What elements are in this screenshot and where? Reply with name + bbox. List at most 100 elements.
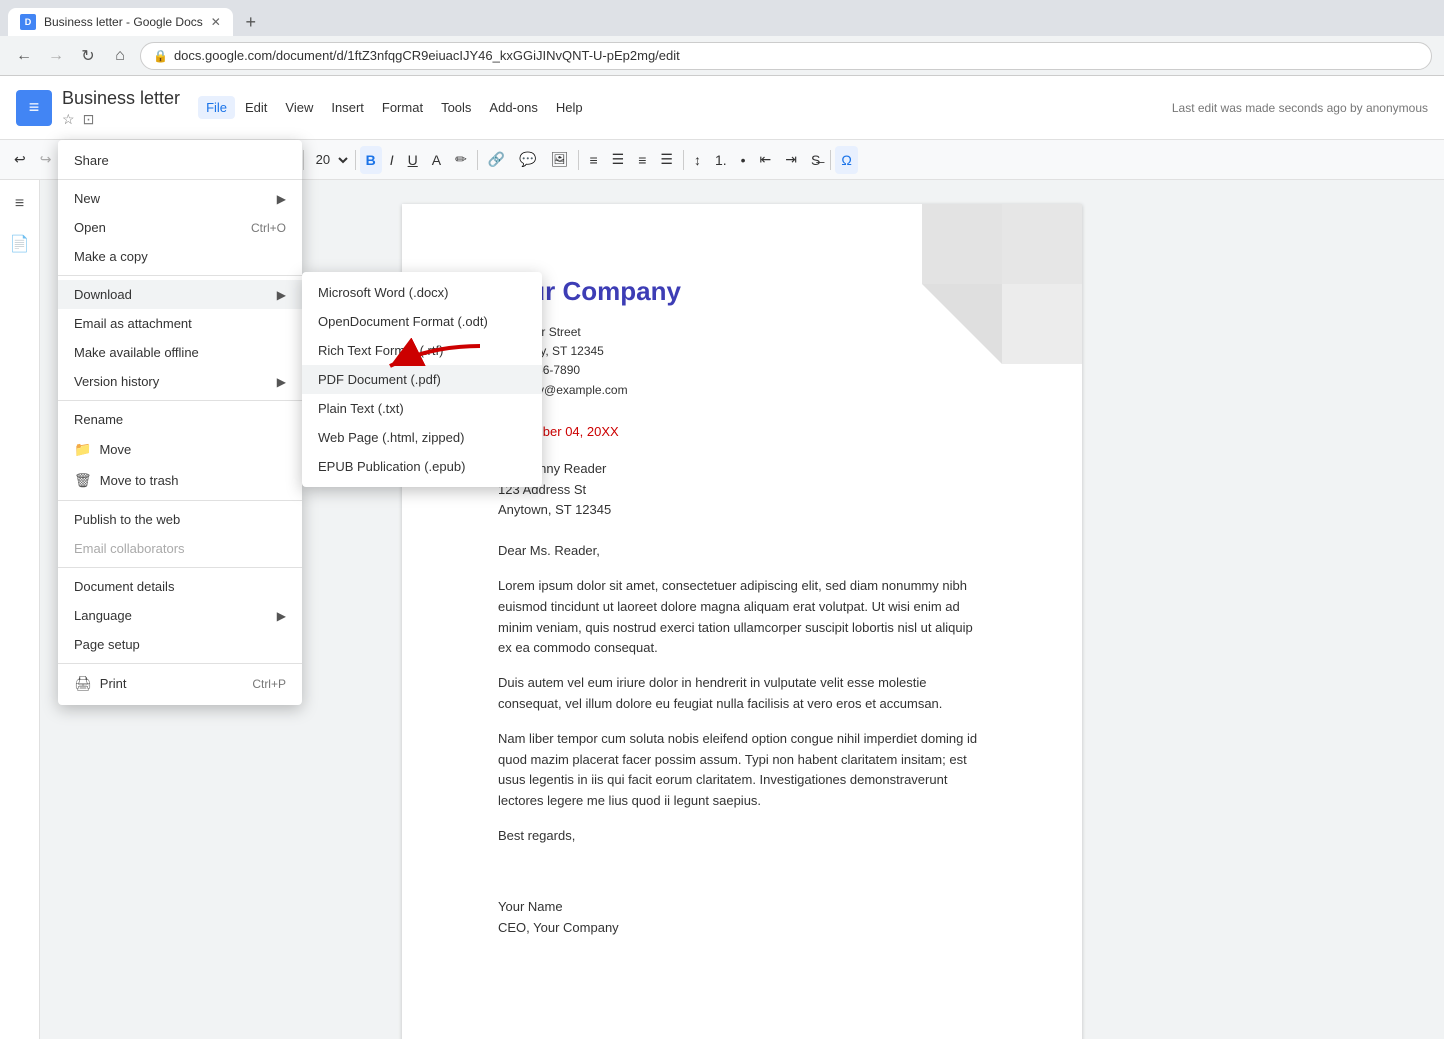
file-menu-copy[interactable]: Make a copy	[58, 242, 302, 271]
sidebar: ≡ 📄	[0, 180, 40, 1039]
file-menu-new[interactable]: New ▶	[58, 184, 302, 213]
menu-edit[interactable]: Edit	[237, 96, 275, 119]
app-header: ≡ Business letter ☆ ⊡ File Edit View Ins…	[0, 76, 1444, 140]
file-menu-rename[interactable]: Rename	[58, 405, 302, 434]
file-menu-publish-label: Publish to the web	[74, 512, 180, 527]
file-menu-print[interactable]: 🖨 Print Ctrl+P	[58, 668, 302, 699]
tab-close-icon[interactable]: ✕	[211, 15, 221, 29]
indent-less-button[interactable]: ⇤	[754, 146, 778, 174]
phone: (123) 456-7890	[498, 361, 986, 380]
file-menu-details[interactable]: Document details	[58, 572, 302, 601]
file-menu-download[interactable]: Download ▶	[58, 280, 302, 309]
file-menu-email-label: Email as attachment	[74, 316, 192, 331]
download-item-epub[interactable]: EPUB Publication (.epub)	[302, 452, 542, 481]
move-folder-icon: 📁	[74, 441, 91, 458]
doc-title[interactable]: Business letter	[62, 88, 180, 109]
file-menu-move[interactable]: 📁 Move	[58, 434, 302, 465]
file-menu-offline[interactable]: Make available offline	[58, 338, 302, 367]
star-icon[interactable]: ☆	[62, 111, 75, 128]
menu-format[interactable]: Format	[374, 96, 431, 119]
file-menu-page-setup[interactable]: Page setup	[58, 630, 302, 659]
highlight-button[interactable]: ✏	[449, 146, 473, 174]
reload-button[interactable]: ↻	[76, 44, 100, 68]
file-menu-print-shortcut: Ctrl+P	[252, 677, 286, 691]
ul-button[interactable]: •	[735, 146, 752, 174]
toolbar-divider-8	[830, 150, 831, 170]
menu-insert[interactable]: Insert	[323, 96, 372, 119]
file-menu-version[interactable]: Version history ▶	[58, 367, 302, 396]
file-menu-trash[interactable]: 🗑 Move to trash	[58, 465, 302, 496]
forward-button[interactable]: →	[44, 44, 68, 68]
justify-button[interactable]: ☰	[654, 146, 679, 174]
deco-triangle	[922, 284, 1002, 364]
align-right-button[interactable]: ≡	[632, 146, 652, 174]
active-tab[interactable]: D Business letter - Google Docs ✕	[8, 8, 233, 36]
italic-button[interactable]: I	[384, 146, 400, 174]
file-menu-divider-1	[58, 275, 302, 276]
address-bar: ← → ↻ ⌂ 🔒 docs.google.com/document/d/1ft…	[0, 36, 1444, 76]
file-menu-details-label: Document details	[74, 579, 174, 594]
toolbar-divider-6	[578, 150, 579, 170]
download-html-label: Web Page (.html, zipped)	[318, 430, 464, 445]
align-left-button[interactable]: ≡	[583, 146, 603, 174]
file-menu-share[interactable]: Share	[58, 146, 302, 175]
download-txt-label: Plain Text (.txt)	[318, 401, 404, 416]
menu-file[interactable]: File	[198, 96, 235, 119]
menu-addons[interactable]: Add-ons	[481, 96, 545, 119]
ol-button[interactable]: 1.	[709, 146, 733, 174]
indent-more-button[interactable]: ⇥	[779, 146, 803, 174]
deco-block3	[1002, 284, 1082, 364]
link-button[interactable]: 🔗	[482, 146, 511, 174]
url-field[interactable]: 🔒 docs.google.com/document/d/1ftZ3nfqgCR…	[140, 42, 1432, 70]
underline-button[interactable]: U	[402, 146, 424, 174]
undo-button[interactable]: ↩	[8, 146, 32, 174]
menu-tools[interactable]: Tools	[433, 96, 479, 119]
strikethrough-button[interactable]: S̶	[805, 146, 826, 174]
sidebar-outline-btn[interactable]: ≡	[4, 188, 36, 220]
para2: Duis autem vel eum iriure dolor in hendr…	[498, 673, 986, 715]
home-button[interactable]: ⌂	[108, 44, 132, 68]
redo-button[interactable]: ↪	[34, 146, 58, 174]
move-icon[interactable]: ⊡	[83, 111, 95, 128]
file-menu-print-label: Print	[100, 676, 127, 691]
menu-view[interactable]: View	[277, 96, 321, 119]
file-menu-new-arrow: ▶	[277, 192, 286, 206]
trash-icon: 🗑	[74, 472, 92, 489]
image-button[interactable]: 🖼	[545, 146, 575, 174]
align-center-button[interactable]: ☰	[606, 146, 631, 174]
download-item-odt[interactable]: OpenDocument Format (.odt)	[302, 307, 542, 336]
download-item-docx[interactable]: Microsoft Word (.docx)	[302, 278, 542, 307]
bold-button[interactable]: B	[360, 146, 382, 174]
page-decoration	[922, 204, 1082, 364]
sidebar-doc-btn[interactable]: 📄	[4, 228, 36, 260]
download-item-html[interactable]: Web Page (.html, zipped)	[302, 423, 542, 452]
file-menu-open-shortcut: Ctrl+O	[251, 221, 286, 235]
back-button[interactable]: ←	[12, 44, 36, 68]
font-color-button[interactable]: A	[426, 146, 447, 174]
recipient-name: Ms. Ronny Reader	[498, 459, 986, 480]
file-menu-language[interactable]: Language ▶	[58, 601, 302, 630]
last-edit-text: Last edit was made seconds ago by anonym…	[1172, 101, 1428, 115]
line-spacing-button[interactable]: ↕	[688, 146, 707, 174]
file-menu-email[interactable]: Email as attachment	[58, 309, 302, 338]
deco-block2	[922, 204, 1002, 284]
file-menu-collaborators[interactable]: Email collaborators	[58, 534, 302, 563]
menu-help[interactable]: Help	[548, 96, 591, 119]
file-menu-rename-label: Rename	[74, 412, 123, 427]
special-char-button[interactable]: Ω	[835, 146, 857, 174]
file-menu-download-label: Download	[74, 287, 132, 302]
browser-chrome: D Business letter - Google Docs ✕ + ← → …	[0, 0, 1444, 76]
comment-button[interactable]: 💬	[513, 146, 542, 174]
file-menu-publish[interactable]: Publish to the web	[58, 505, 302, 534]
file-menu-move-label: Move	[99, 442, 131, 457]
download-item-txt[interactable]: Plain Text (.txt)	[302, 394, 542, 423]
file-menu-language-label: Language	[74, 608, 132, 623]
file-menu-new-label: New	[74, 191, 100, 206]
new-tab-button[interactable]: +	[237, 8, 265, 36]
file-menu-download-arrow: ▶	[277, 288, 286, 302]
file-menu-divider-5	[58, 663, 302, 664]
fontsize-select[interactable]: 20	[308, 146, 351, 174]
para3: Nam liber tempor cum soluta nobis eleife…	[498, 729, 986, 812]
file-menu-open[interactable]: Open Ctrl+O	[58, 213, 302, 242]
email: no_reply@example.com	[498, 381, 986, 400]
